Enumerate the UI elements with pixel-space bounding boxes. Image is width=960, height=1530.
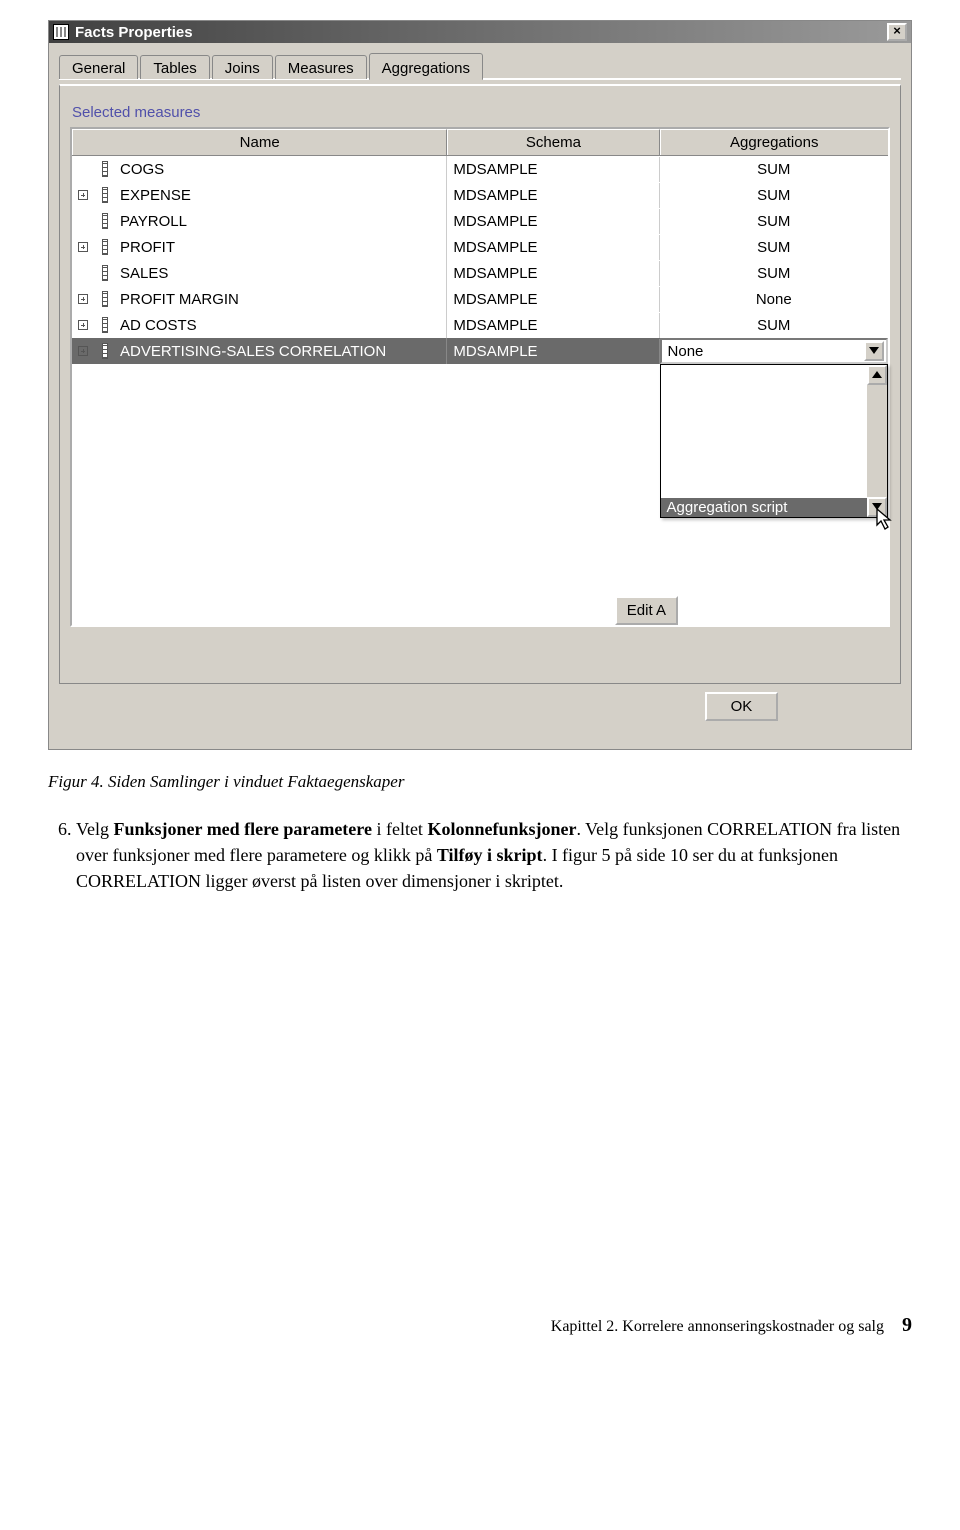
- cell-schema: MDSAMPLE: [447, 339, 659, 364]
- page-footer: Kapittel 2. Korrelere annonseringskostna…: [48, 1314, 912, 1337]
- cell-aggregation[interactable]: SUM: [660, 235, 888, 260]
- measure-name: SALES: [120, 265, 168, 282]
- cell-aggregation[interactable]: SUM: [660, 209, 888, 234]
- table-row[interactable]: ADVERTISING-SALES CORRELATIONMDSAMPLENon…: [72, 338, 888, 364]
- col-header-aggregations[interactable]: Aggregations: [660, 129, 888, 155]
- cell-name: EXPENSE: [72, 182, 447, 208]
- measure-name: PAYROLL: [120, 213, 187, 230]
- measures-table: Name Schema Aggregations COGSMDSAMPLESUM…: [70, 127, 890, 627]
- ok-button[interactable]: OK: [705, 692, 779, 721]
- dropdown-option[interactable]: None: [661, 479, 867, 498]
- measure-name: PROFIT MARGIN: [120, 291, 239, 308]
- measure-icon: [96, 186, 114, 204]
- expandable-icon[interactable]: [78, 346, 88, 356]
- table-header: Name Schema Aggregations: [72, 129, 888, 156]
- tab-measures[interactable]: Measures: [275, 55, 367, 79]
- cell-schema: MDSAMPLE: [447, 157, 659, 182]
- close-button[interactable]: ×: [887, 23, 907, 41]
- page-number: 9: [902, 1314, 912, 1337]
- dropdown-option[interactable]: STDDEV: [661, 422, 867, 441]
- aggregation-value: None: [668, 343, 704, 360]
- measure-name: PROFIT: [120, 239, 175, 256]
- figure-caption-text: Siden Samlinger i vinduet Faktaegenskape…: [108, 772, 404, 791]
- cell-schema: MDSAMPLE: [447, 287, 659, 312]
- expandable-icon[interactable]: [78, 242, 88, 252]
- cell-schema: MDSAMPLE: [447, 235, 659, 260]
- chevron-down-icon[interactable]: [864, 341, 884, 361]
- measure-name: AD COSTS: [120, 317, 197, 334]
- facts-properties-dialog: Facts Properties × GeneralTablesJoinsMea…: [48, 20, 912, 750]
- cell-name: PROFIT: [72, 234, 447, 260]
- tab-row: GeneralTablesJoinsMeasuresAggregations: [59, 51, 901, 80]
- measure-name: EXPENSE: [120, 187, 191, 204]
- expandable-icon[interactable]: [78, 190, 88, 200]
- cell-schema: MDSAMPLE: [447, 261, 659, 286]
- cell-aggregation[interactable]: NoneCOUNT_BIGMAXMINSTDDEVSUMVARIANCENone…: [660, 338, 888, 364]
- cell-aggregation[interactable]: SUM: [660, 157, 888, 182]
- tab-joins[interactable]: Joins: [212, 55, 273, 79]
- title-bar: Facts Properties ×: [49, 21, 911, 43]
- instruction-list: Velg Funksjoner med flere parametere i f…: [48, 816, 912, 894]
- edit-aggregation-button[interactable]: Edit A: [615, 596, 678, 625]
- measure-icon: [96, 160, 114, 178]
- figure-number: Figur 4.: [48, 772, 104, 791]
- footer-chapter: Kapittel 2. Korrelere annonseringskostna…: [551, 1318, 884, 1336]
- measure-icon: [96, 342, 114, 360]
- cell-schema: MDSAMPLE: [447, 313, 659, 338]
- table-row[interactable]: SALES MDSAMPLESUM: [72, 260, 888, 286]
- measure-icon: [96, 316, 114, 334]
- cell-aggregation[interactable]: SUM: [660, 261, 888, 286]
- cell-name: PROFIT MARGIN: [72, 286, 447, 312]
- measure-icon: [96, 290, 114, 308]
- dropdown-option[interactable]: MIN: [661, 403, 867, 422]
- tab-general[interactable]: General: [59, 55, 138, 79]
- cell-aggregation[interactable]: SUM: [660, 313, 888, 338]
- measure-icon: [96, 264, 114, 282]
- expandable-icon[interactable]: [78, 320, 88, 330]
- col-header-name[interactable]: Name: [72, 129, 447, 155]
- cell-schema: MDSAMPLE: [447, 209, 659, 234]
- tab-tables[interactable]: Tables: [140, 55, 209, 79]
- measure-icon: [96, 212, 114, 230]
- measure-icon: [96, 238, 114, 256]
- dialog-title-icon: [53, 24, 69, 40]
- table-row[interactable]: COGS MDSAMPLESUM: [72, 156, 888, 182]
- cell-aggregation[interactable]: SUM: [660, 183, 888, 208]
- cell-name: SALES: [72, 260, 447, 286]
- aggregation-dropdown-list[interactable]: COUNT_BIGMAXMINSTDDEVSUMVARIANCENoneAggr…: [660, 364, 888, 518]
- col-header-schema[interactable]: Schema: [447, 129, 659, 155]
- aggregation-dropdown[interactable]: None: [660, 338, 888, 364]
- scroll-up-icon[interactable]: [867, 365, 887, 385]
- dialog-title: Facts Properties: [75, 24, 193, 41]
- table-row[interactable]: EXPENSE MDSAMPLESUM: [72, 182, 888, 208]
- cell-name: ADVERTISING-SALES CORRELATION: [72, 338, 447, 364]
- table-row[interactable]: PROFIT MARGIN MDSAMPLENone: [72, 286, 888, 312]
- table-row[interactable]: PAYROLL MDSAMPLESUM: [72, 208, 888, 234]
- scroll-down-icon[interactable]: [867, 497, 887, 517]
- selected-measures-label: Selected measures: [72, 104, 890, 121]
- table-row[interactable]: PROFIT MDSAMPLESUM: [72, 234, 888, 260]
- expandable-icon[interactable]: [78, 294, 88, 304]
- measure-name: COGS: [120, 161, 164, 178]
- cell-name: PAYROLL: [72, 208, 447, 234]
- dropdown-option[interactable]: Aggregation script: [661, 498, 867, 517]
- figure-caption: Figur 4. Siden Samlinger i vinduet Fakta…: [48, 772, 912, 792]
- aggregations-panel: Selected measures Name Schema Aggregatio…: [59, 84, 901, 684]
- table-row[interactable]: AD COSTS MDSAMPLESUM: [72, 312, 888, 338]
- instruction-step-6: Velg Funksjoner med flere parametere i f…: [76, 816, 912, 894]
- dropdown-option[interactable]: MAX: [661, 384, 867, 403]
- tab-aggregations[interactable]: Aggregations: [369, 53, 483, 80]
- cell-aggregation[interactable]: None: [660, 287, 888, 312]
- dropdown-option[interactable]: VARIANCE: [661, 460, 867, 479]
- dropdown-option[interactable]: SUM: [661, 441, 867, 460]
- cell-name: COGS: [72, 156, 447, 182]
- dropdown-option[interactable]: COUNT_BIG: [661, 365, 867, 384]
- dropdown-scrollbar[interactable]: [867, 365, 887, 517]
- cell-name: AD COSTS: [72, 312, 447, 338]
- measure-name: ADVERTISING-SALES CORRELATION: [120, 343, 386, 360]
- cell-schema: MDSAMPLE: [447, 183, 659, 208]
